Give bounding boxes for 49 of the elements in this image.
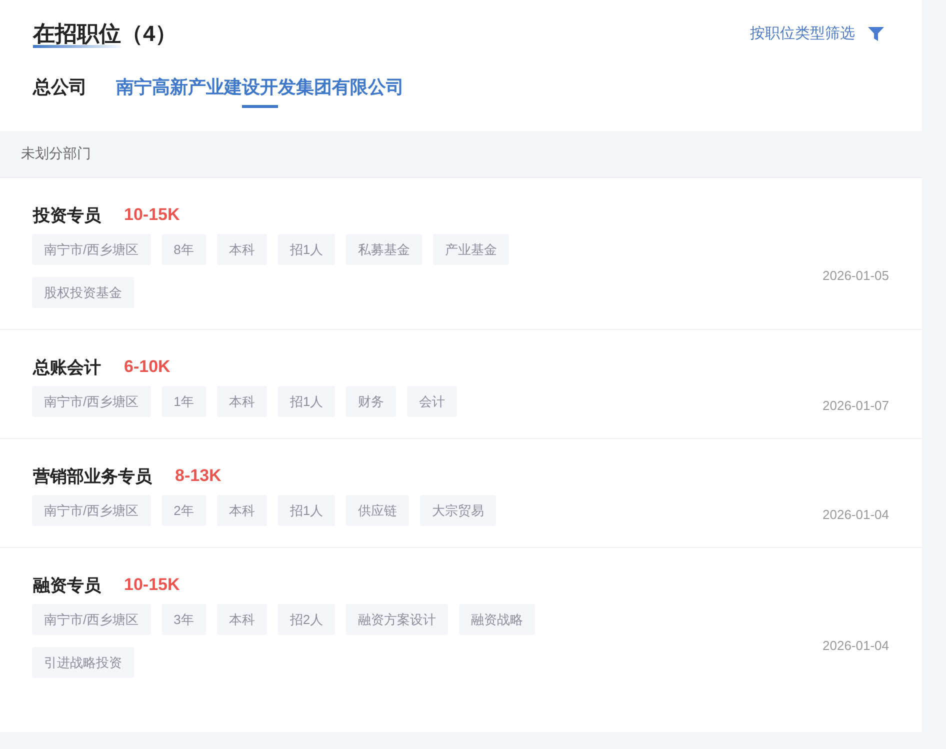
job-tag: 招1人 — [278, 234, 336, 265]
job-tag: 融资方案设计 — [346, 604, 448, 635]
salary-label: 10-15K — [124, 575, 180, 595]
job-tag: 南宁市/西乡塘区 — [32, 495, 151, 526]
tab-indicator — [242, 105, 278, 108]
posting-date: 2026-01-04 — [822, 638, 889, 652]
job-tag: 南宁市/西乡塘区 — [32, 234, 151, 265]
job-card[interactable]: 营销部业务专员 8-13K 南宁市/西乡塘区 2年 本科 招1人 供应链 大宗贸易 2026-01-04 — [0, 439, 922, 548]
page-title: 在招职位（4） — [33, 21, 178, 46]
job-tag: 南宁市/西乡塘区 — [32, 604, 151, 635]
job-tag: 2年 — [162, 495, 206, 526]
job-tag: 本科 — [216, 386, 267, 417]
job-tag: 1年 — [162, 386, 206, 417]
job-title: 融资专员 — [33, 574, 101, 596]
tab[interactable]: 南宁高新产业建设开发集团有限公司 — [116, 74, 404, 108]
posting-date: 2026-01-05 — [822, 268, 889, 282]
tab[interactable]: 总公司 — [33, 74, 87, 108]
job-tag: 财务 — [346, 386, 396, 417]
job-tag: 会计 — [407, 386, 458, 417]
job-tag: 股权投资基金 — [32, 277, 134, 308]
job-tag: 私募基金 — [346, 234, 422, 265]
job-tag: 产业基金 — [433, 234, 510, 265]
department-label: 未划分部门 — [21, 145, 91, 163]
job-tag: 本科 — [216, 234, 267, 265]
job-tag: 8年 — [162, 234, 206, 265]
job-tag: 南宁市/西乡塘区 — [32, 386, 151, 417]
job-title: 投资专员 — [33, 204, 101, 226]
job-tag: 引进战略投资 — [32, 647, 134, 678]
posting-date: 2026-01-07 — [822, 398, 889, 413]
job-tag: 招1人 — [278, 495, 336, 526]
job-tag: 招1人 — [278, 386, 336, 417]
salary-label: 6-10K — [124, 357, 170, 377]
job-tag: 大宗贸易 — [420, 495, 496, 526]
job-card[interactable]: 投资专员 10-15K 南宁市/西乡塘区 8年 本科 招1人 私募基金 产业基金 股权投资基金 2026-01-05 — [0, 178, 922, 330]
job-title: 总账会计 — [33, 356, 101, 378]
job-tag: 融资战略 — [459, 604, 536, 635]
job-tag: 3年 — [162, 604, 206, 635]
posting-date: 2026-01-04 — [822, 507, 889, 522]
filter-button[interactable]: 按职位类型筛选 — [750, 24, 884, 44]
salary-label: 10-15K — [124, 205, 180, 225]
job-tag: 本科 — [216, 604, 267, 635]
job-tag: 供应链 — [346, 495, 410, 526]
job-title: 营销部业务专员 — [33, 466, 152, 488]
filter-icon — [868, 27, 884, 41]
salary-label: 8-13K — [175, 466, 222, 486]
job-card[interactable]: 融资专员 10-15K 南宁市/西乡塘区 3年 本科 招2人 融资方案设计 融资战略 引进战略投资 2026-01-04 — [0, 548, 922, 699]
job-card[interactable]: 总账会计 6-10K 南宁市/西乡塘区 1年 本科 招1人 财务 会计 2026-01-07 — [0, 330, 922, 439]
job-tag: 本科 — [216, 495, 267, 526]
job-tag: 招2人 — [278, 604, 336, 635]
